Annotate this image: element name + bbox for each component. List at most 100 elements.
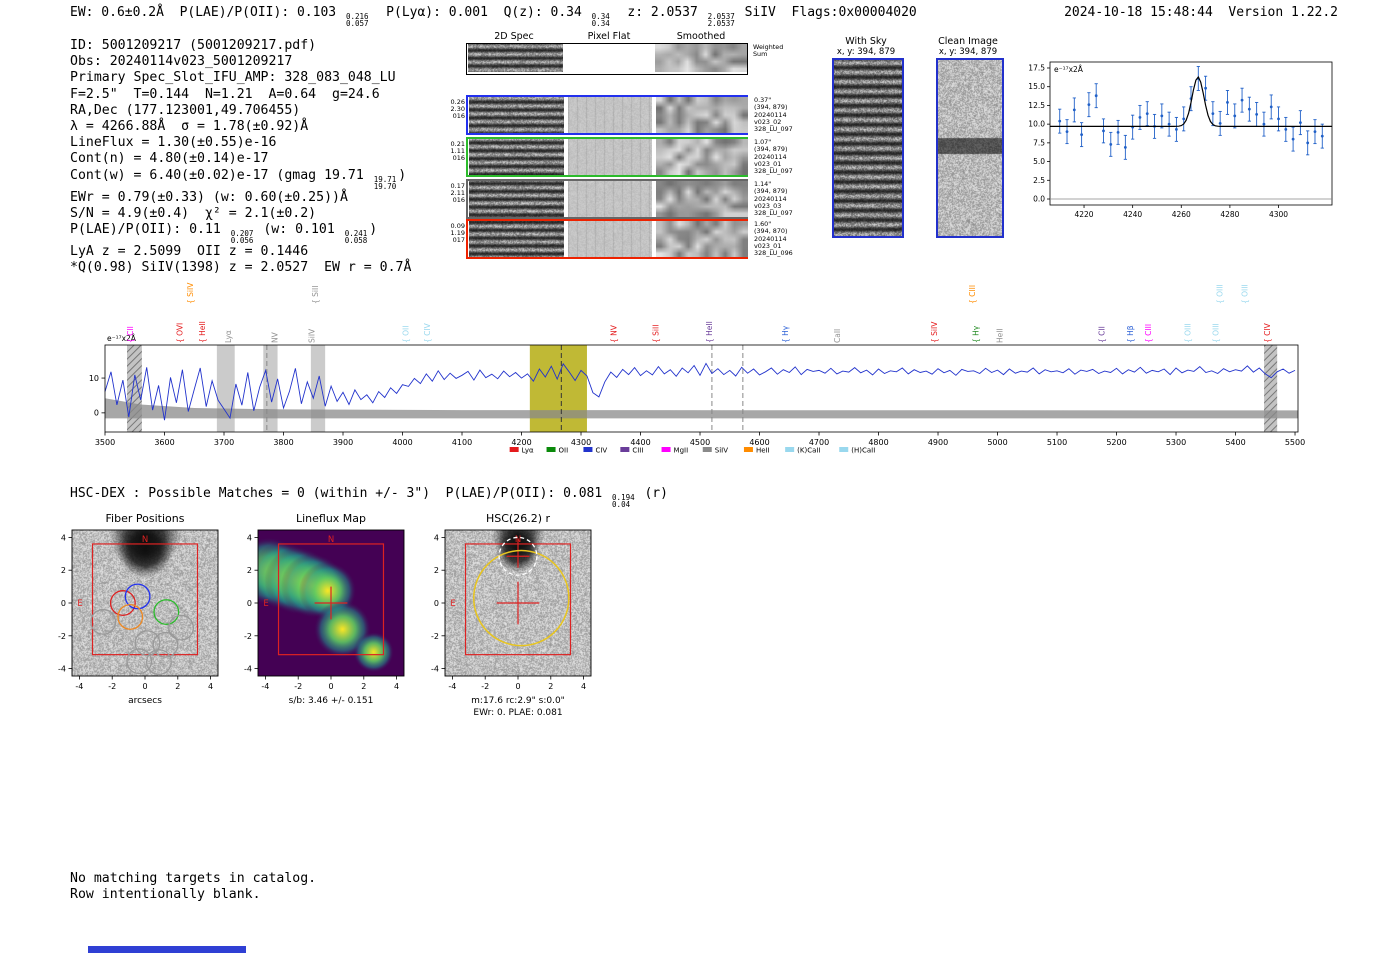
panel-xtick: 0 [142,682,147,691]
text-segment: P(LAE)/P(OII): 0.11 [70,222,229,238]
cutout-col-header-pixelflat: Pixel Flat [587,31,631,42]
legend-label: MgII [674,447,689,455]
compass-east-label: E [263,599,268,609]
cutout-row-annotation: 0.37" (394, 879) 20240114 v023_02 328_LU_097 [754,96,793,134]
legend-label: CIV [595,447,607,455]
spectrum-highlight-band [529,345,587,432]
cutout-stamp [468,44,563,72]
legend-label: OII [559,447,569,455]
panel-xtick: 4 [394,682,399,691]
legend-swatch [583,447,593,452]
fit-xtick: 4300 [1269,210,1288,219]
panel-ytick: 4 [434,533,439,542]
cutout-row-left-stats: 0.09 1.19 017 [450,222,465,245]
emission-line-label: { Hγ [972,325,981,343]
spectrum-xtick: 5500 [1285,438,1305,447]
panel-xtick: 2 [361,682,366,691]
panel-xtick: -4 [448,682,456,691]
stacked-fraction: 0.241 0.058 [344,229,368,246]
legend-swatch [509,447,519,452]
fit-datapoint [1306,141,1310,145]
compass-east-label: E [77,599,82,609]
fit-ylabel: e⁻¹⁷x2Å [1054,65,1084,74]
extraction-region-rect [91,543,199,656]
hsc-r-panel: HSC(26.2) r-4-4-2-2002244NEm:17.6 rc:2.9… [413,512,623,727]
legend-swatch [620,447,630,452]
fit-xtick: 4280 [1220,210,1239,219]
fit-datapoint [1145,112,1149,116]
fit-ytick: 12.5 [1028,101,1045,110]
legend-label: HeII [756,447,770,455]
info-line-9: EWr = 0.79(±0.33) (w: 0.60(±0.25))Å [70,190,411,206]
emission-line-label: { OIII [1240,284,1249,304]
text-segment: EWr = 0.79(±0.33) (w: 0.60(±0.25))Å [70,189,348,205]
emission-line-label: { SiII [651,325,660,343]
panel-title: Fiber Positions [106,512,185,525]
cutout-col-header-2dspec: 2D Spec [494,31,534,42]
fit-datapoint [1175,127,1178,131]
fiber-circle [145,649,172,675]
cutout-row-left-stats: 0.17 2.11 016 [450,182,465,205]
footer-line-0: No matching targets in catalog. [70,871,317,886]
emission-line-label: CaII [833,329,842,343]
panel-xtick: 0 [515,682,520,691]
bottom-blue-bar [88,946,246,953]
fit-ytick: 0.0 [1033,195,1045,204]
spectrum-hatch-band [127,345,142,432]
fit-datapoint [1218,121,1222,125]
panel-xtick: -4 [261,682,269,691]
panel-xtick: 4 [581,682,586,691]
cutout-stamp [469,139,564,175]
fit-datapoint [1298,121,1302,125]
text-segment: λ = 4266.88Å σ = 1.78(±0.92)Å [70,119,309,135]
fiber-positions-panel: Fiber Positions -4 -4 -2 -2 0 0 2 2 4 4 N Earcsecs [40,512,250,727]
cutout-row-3: 0.17 2.11 016 1.14" (394, 879) 20240114 v023_0… [451,179,793,219]
spectrum-gray-band [216,345,235,432]
fit-xtick: 4220 [1074,210,1093,219]
cutout-row-1: 0.26 2.30 016 0.37" (394, 879) 20240114 v023_0… [451,95,793,135]
text-segment: Primary Spec_Slot_IFU_AMP: 328_083_048_L… [70,70,396,86]
withsky-title: With Sky [845,36,887,47]
emission-line-label: { SiIV [930,321,939,343]
info-line-5: λ = 4266.88Å σ = 1.78(±0.92)Å [70,119,411,135]
cutout-stamp [656,221,748,257]
panel-ytick: 0 [434,599,439,608]
fit-datapoint [1080,133,1084,137]
fit-datapoint [1240,98,1244,102]
panel-title: Lineflux Map [296,512,366,525]
panel-xlabel-2: EWr: 0. PLAE: 0.081 [473,708,562,718]
emission-line-label: { HeII [705,321,714,343]
panel-ytick: 4 [247,533,252,542]
fit-ytick: 2.5 [1033,176,1045,185]
cutout-stamp [656,139,748,175]
fit-plot-frame [1049,61,1333,206]
spectrum-xtick: 3900 [333,438,353,447]
spectrum-xtick: 5100 [1047,438,1067,447]
fit-datapoint [1138,116,1142,119]
legend-swatch [702,447,712,452]
fiber-circle [109,590,136,616]
cleanimage-coords: x, y: 394, 879 [938,47,998,57]
fiber-circle [90,608,117,635]
compass-east-label: E [450,599,455,609]
withsky-coords: x, y: 394, 879 [836,47,896,57]
stacked-fraction: 0.194 0.04 [612,493,635,509]
cleanimage-title: Clean Image [938,36,998,47]
spectrum-plot-bg [105,345,1298,432]
fit-datapoint [1182,117,1186,121]
cutout-row-left-stats: 0.21 1.11 016 [450,140,465,163]
cutout-row-annotation: 1.14" (394, 879) 20240114 v023_03 328_LU_097 [754,180,793,218]
fit-datapoint [1320,134,1324,138]
fit-datapoint [1255,113,1259,116]
aperture-circle [472,549,570,647]
compass-north-label: N [142,535,148,545]
spectrum-xtick: 5000 [987,438,1007,447]
panel-xtick: 2 [548,682,553,691]
cleanimage-image [936,58,1004,238]
text-segment: RA,Dec (177.123001,49.706455) [70,102,301,118]
elixer-report-page: EW: 0.6±0.2Å P(LAE)/P(OII): 0.103 0.216 0… [0,0,1400,953]
cutout-row-annotation: 1.60" (394, 870) 20240114 v023_01 328_LU_096 [754,220,793,258]
spectrum-xtick: 4300 [571,438,591,447]
cutout-row-annotation: 1.07" (394, 879) 20240114 v023_01 328_LU_097 [754,138,793,176]
emission-line-label: { OVI [175,323,184,343]
